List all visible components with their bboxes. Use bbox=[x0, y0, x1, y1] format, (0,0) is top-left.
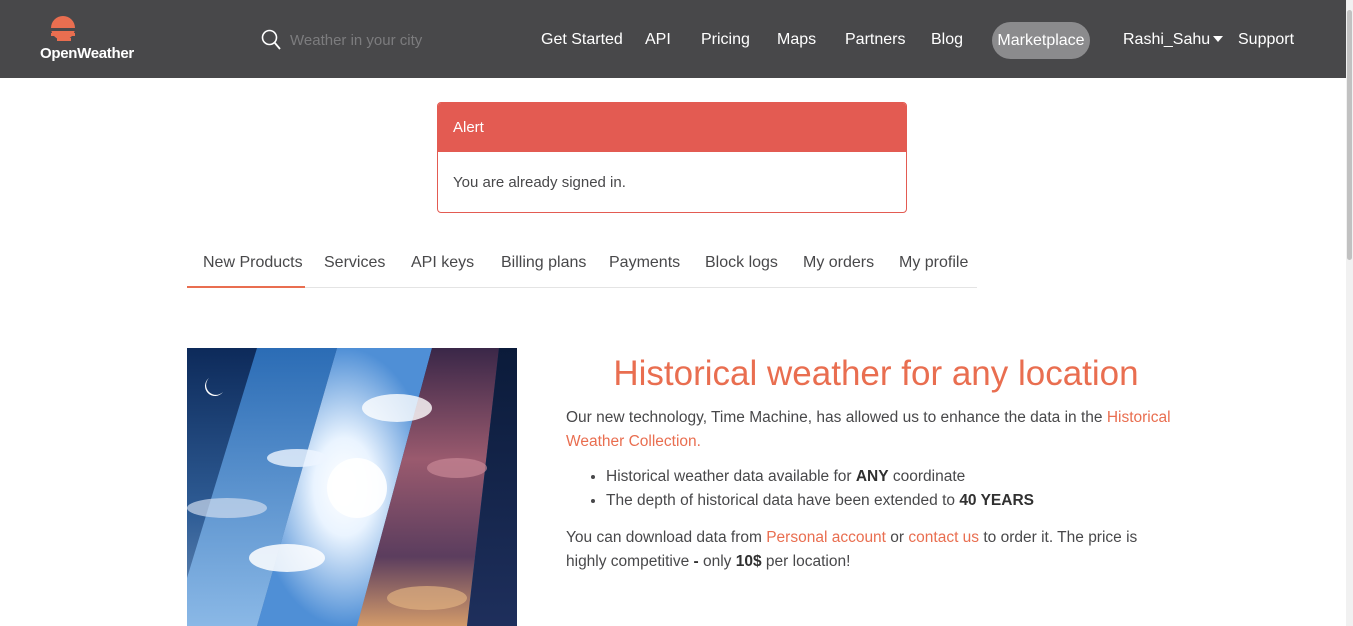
personal-account-link[interactable]: Personal account bbox=[766, 529, 886, 546]
list-item: Historical weather data available for AN… bbox=[606, 465, 1226, 489]
tab-services[interactable]: Services bbox=[324, 254, 385, 272]
account-tabs: New Products Services API keys Billing p… bbox=[187, 240, 977, 288]
nav-blog[interactable]: Blog bbox=[931, 30, 963, 50]
page-headline: Historical weather for any location bbox=[613, 354, 1139, 393]
bullet2-bold: 40 YEARS bbox=[959, 492, 1034, 509]
tab-my-profile[interactable]: My profile bbox=[899, 254, 968, 272]
tab-payments[interactable]: Payments bbox=[609, 254, 680, 272]
price-value: 10$ bbox=[735, 553, 762, 570]
nav-maps[interactable]: Maps bbox=[777, 30, 816, 50]
alert-box: Alert You are already signed in. bbox=[437, 102, 907, 213]
logo-text: OpenWeather bbox=[40, 45, 134, 62]
intro-paragraph: Our new technology, Time Machine, has al… bbox=[566, 406, 1186, 454]
download-paragraph: You can download data from Personal acco… bbox=[566, 526, 1166, 574]
bullet1-text: Historical weather data available for bbox=[606, 468, 856, 485]
bullet2-text: The depth of historical data have been e… bbox=[606, 492, 960, 509]
top-navbar: OpenWeather Get Started API Pricing Maps… bbox=[0, 0, 1346, 78]
nav-marketplace-button[interactable]: Marketplace bbox=[992, 22, 1090, 59]
price-only: only bbox=[698, 553, 736, 570]
caret-down-icon bbox=[1213, 35, 1224, 42]
list-item: The depth of historical data have been e… bbox=[606, 489, 1226, 513]
nav-api[interactable]: API bbox=[645, 30, 671, 50]
alert-message: You are already signed in. bbox=[453, 174, 626, 191]
alert-title: Alert bbox=[438, 103, 906, 152]
sky-collage-illustration bbox=[187, 348, 517, 626]
bullet1-end: coordinate bbox=[888, 468, 966, 485]
bullet1-bold: ANY bbox=[855, 468, 889, 485]
tab-api-keys[interactable]: API keys bbox=[411, 254, 474, 272]
search-icon[interactable] bbox=[261, 29, 281, 51]
nav-marketplace-label: Marketplace bbox=[997, 31, 1085, 49]
intro-period: . bbox=[696, 433, 701, 450]
contact-us-link[interactable]: contact us bbox=[908, 529, 979, 546]
nav-get-started[interactable]: Get Started bbox=[541, 30, 623, 50]
scrollbar-thumb[interactable] bbox=[1347, 10, 1352, 260]
user-name: Rashi_Sahu bbox=[1123, 31, 1211, 48]
tab-my-orders[interactable]: My orders bbox=[803, 254, 874, 272]
download-or: or bbox=[886, 529, 909, 546]
openweather-logo[interactable]: OpenWeather bbox=[38, 14, 138, 66]
historical-weather-image bbox=[187, 348, 517, 626]
feature-list: Historical weather data available for AN… bbox=[566, 465, 1226, 513]
price-per-location: per location! bbox=[761, 553, 851, 570]
search-input[interactable] bbox=[286, 27, 494, 53]
nav-partners[interactable]: Partners bbox=[845, 30, 905, 50]
user-menu-dropdown[interactable]: Rashi_Sahu bbox=[1123, 30, 1224, 50]
logo-sun-icon bbox=[47, 16, 79, 41]
intro-text: Our new technology, Time Machine, has al… bbox=[566, 409, 1107, 426]
tab-billing-plans[interactable]: Billing plans bbox=[501, 254, 586, 272]
active-tab-indicator bbox=[187, 286, 305, 288]
nav-support[interactable]: Support bbox=[1238, 30, 1294, 50]
download-text: You can download data from bbox=[566, 529, 767, 546]
tab-block-logs[interactable]: Block logs bbox=[705, 254, 778, 272]
nav-pricing[interactable]: Pricing bbox=[701, 30, 750, 50]
tab-new-products[interactable]: New Products bbox=[203, 254, 303, 272]
